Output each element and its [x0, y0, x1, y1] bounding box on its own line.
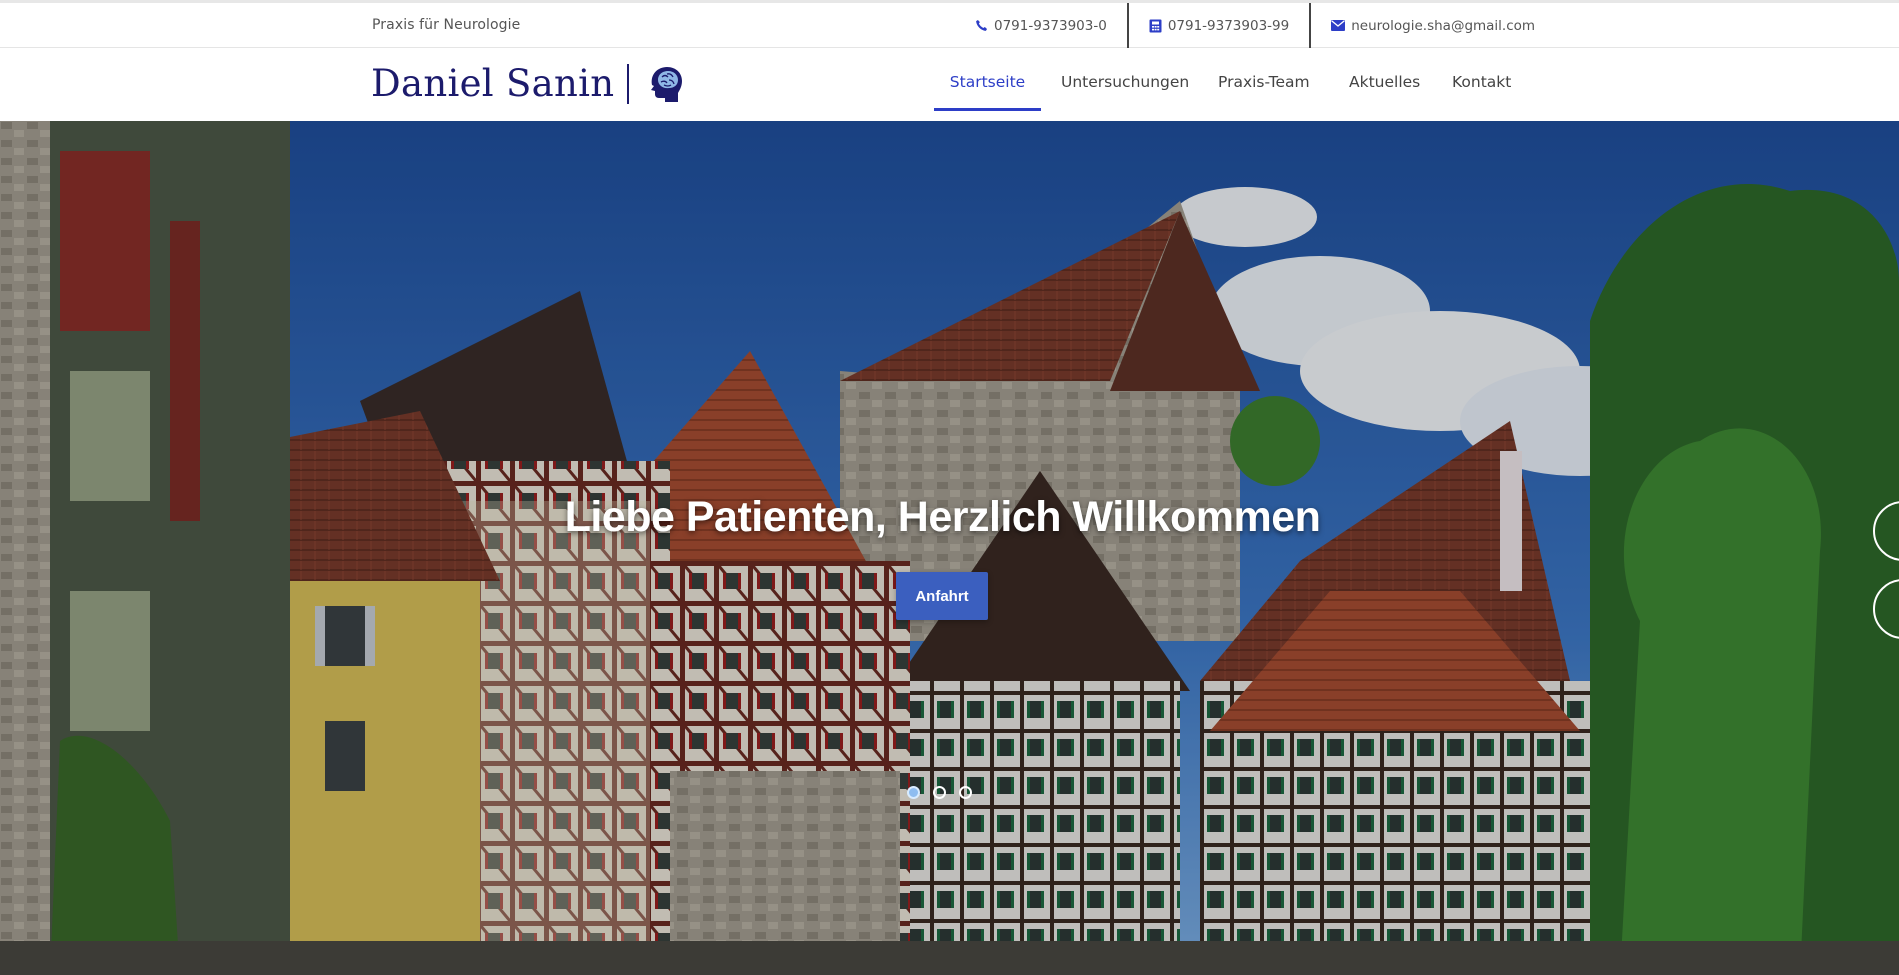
slider-dot-2[interactable]	[933, 786, 946, 799]
fax-contact[interactable]: 0791-9373903-99	[1126, 3, 1309, 48]
practice-tagline: Praxis für Neurologie	[372, 17, 521, 33]
email-contact[interactable]: neurologie.sha@gmail.com	[1309, 3, 1555, 48]
hero-title: Liebe Patienten, Herzlich Willkommen	[564, 493, 1321, 541]
main-navbar: Daniel Sanin Startseite Untersuchungen P…	[0, 48, 1899, 121]
phone-number: 0791-9373903-0	[994, 17, 1107, 34]
fax-number: 0791-9373903-99	[1167, 17, 1290, 34]
anfahrt-button[interactable]: Anfahrt	[896, 572, 988, 620]
nav-item-praxis-team[interactable]: Praxis-Team	[1218, 48, 1310, 111]
nav-item-startseite[interactable]: Startseite	[934, 48, 1041, 111]
email-address: neurologie.sha@gmail.com	[1351, 17, 1536, 34]
hero-slider: Liebe Patienten, Herzlich Willkommen Anf…	[0, 121, 1899, 975]
top-bar: Praxis für Neurologie 0791-9373903-0 079…	[0, 0, 1899, 48]
slider-pagination	[907, 786, 972, 799]
contact-list: 0791-9373903-0 0791-9373903-99 neurologi…	[955, 3, 1555, 48]
phone-contact[interactable]: 0791-9373903-0	[955, 3, 1127, 48]
nav-item-kontakt[interactable]: Kontakt	[1452, 48, 1511, 111]
slider-dot-1[interactable]	[907, 786, 920, 799]
fax-icon	[1149, 19, 1162, 32]
phone-icon	[976, 19, 988, 31]
nav-item-untersuchungen[interactable]: Untersuchungen	[1061, 48, 1189, 111]
envelope-icon	[1331, 20, 1346, 31]
slider-dot-3[interactable]	[959, 786, 972, 799]
hero-overlay	[0, 121, 1899, 975]
primary-navigation: Startseite Untersuchungen Praxis-Team Ak…	[0, 48, 1899, 121]
nav-item-aktuelles[interactable]: Aktuelles	[1349, 48, 1420, 111]
